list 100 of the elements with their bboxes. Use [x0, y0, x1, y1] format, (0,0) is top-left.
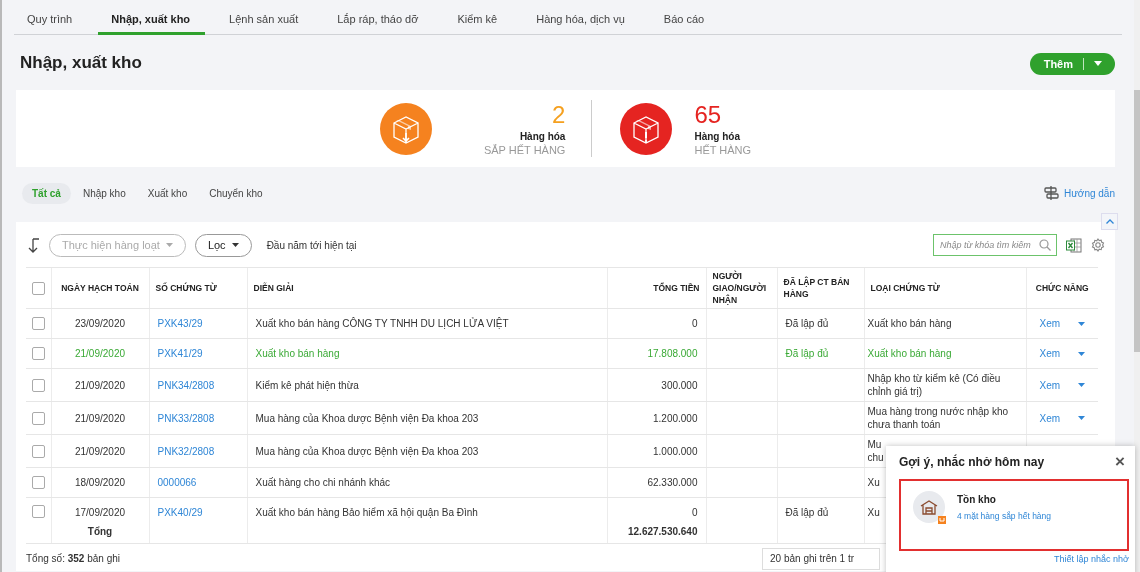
spreadsheet-icon: [1066, 237, 1082, 253]
record-count: Tổng số: 352 bản ghi: [26, 553, 120, 564]
document-link[interactable]: PNK32/2808: [157, 445, 215, 457]
view-link[interactable]: Xem: [1039, 317, 1061, 330]
caret-icon[interactable]: [1078, 351, 1086, 356]
table-cell: 1.200.000: [653, 412, 698, 424]
caret-icon[interactable]: [1078, 416, 1086, 420]
scroll-top-button[interactable]: [1101, 213, 1118, 230]
box-icon: [620, 102, 673, 155]
warehouse-icon: [913, 491, 947, 525]
checkbox[interactable]: [32, 347, 45, 361]
table-cell: 1.000.000: [653, 445, 698, 457]
table-cell: Xu: [867, 506, 880, 520]
table-cell: Xuất kho bán hàng: [867, 317, 952, 330]
page-title: Nhập, xuất kho: [20, 52, 142, 73]
settings-link[interactable]: Thiết lập nhắc nhở: [1054, 554, 1129, 564]
filter-tab[interactable]: Tất cả: [22, 182, 71, 204]
column-header: ĐÃ LẬP CT BÁN HÀNG: [777, 267, 864, 309]
stat-count: 2: [551, 101, 566, 129]
guide-link[interactable]: Hướng dẫn: [1042, 185, 1115, 201]
table-cell: Đã lập đủ: [785, 507, 829, 519]
checkbox[interactable]: [32, 444, 45, 458]
caret-icon[interactable]: [1078, 383, 1086, 387]
filter-button[interactable]: Lọc: [194, 233, 252, 257]
column-header: TỔNG TIỀN: [607, 267, 706, 309]
table-cell: Xuất kho bán hàng CÔNG TY TNHH DU LỊCH LỬA VIỆT: [255, 318, 509, 329]
tab[interactable]: Kiểm kê: [444, 13, 513, 35]
table-cell: 62.330.000: [647, 477, 698, 488]
panel-title: Gợi ý, nhắc nhở hôm nay: [899, 455, 1045, 469]
search-field[interactable]: Nhập từ khóa tìm kiếm: [933, 234, 1057, 256]
column-header: NGƯỜI GIAO/NGƯỜI NHẬN: [706, 267, 777, 309]
reminder-card[interactable]: Tồn kho 4 mặt hàng sắp hết hàng: [899, 479, 1129, 551]
document-link[interactable]: PNK34/2808: [157, 379, 215, 391]
filter-tab[interactable]: Xuất kho: [137, 182, 198, 204]
tab[interactable]: Lắp ráp, tháo dỡ: [324, 13, 434, 35]
table-cell: 18/09/2020: [74, 477, 126, 488]
table-cell: Xu: [867, 476, 880, 489]
reminder-link[interactable]: 4 mặt hàng sắp hết hàng: [957, 511, 1052, 521]
document-link[interactable]: PNK33/2808: [157, 412, 215, 424]
view-link[interactable]: Xem: [1039, 378, 1061, 392]
column-header: CHỨC NĂNG: [1026, 267, 1098, 309]
document-link[interactable]: PXK41/29: [157, 348, 203, 359]
checkbox[interactable]: [32, 476, 45, 490]
view-link[interactable]: Xem: [1039, 411, 1061, 425]
column-header: LOẠI CHỨNG TỪ: [864, 267, 1026, 309]
document-link[interactable]: PXK43/29: [157, 318, 203, 329]
sort-icon: [26, 237, 40, 253]
checkbox[interactable]: [32, 281, 45, 295]
view-link[interactable]: Xem: [1039, 347, 1061, 360]
column-header: NGÀY HẠCH TOÁN: [51, 267, 149, 309]
settings-icon: [1091, 238, 1105, 252]
table-cell: 0: [691, 507, 698, 519]
total-amount: 12.627.530.640: [628, 525, 698, 537]
stat-count: 65: [694, 101, 723, 129]
document-link[interactable]: 0000066: [157, 477, 197, 488]
page-size-select[interactable]: 20 bản ghi trên 1 tr: [762, 547, 880, 570]
checkbox[interactable]: [32, 505, 45, 519]
total-label: Tổng: [87, 525, 113, 537]
table-cell: 21/09/2020: [74, 445, 126, 457]
caret-icon: [231, 243, 239, 247]
tab[interactable]: Lệnh sản xuất: [216, 13, 314, 35]
table-cell: Xuất kho bán hàng: [867, 347, 952, 360]
stat-caption: SẮP HẾT HÀNG: [483, 144, 566, 156]
reminder-title: Tồn kho: [957, 494, 997, 505]
table-cell: Mua hàng của Khoa dược Bệnh viện Đa khoa 203: [255, 412, 479, 424]
table-cell: Mua hàng của Khoa dược Bệnh viện Đa khoa 203: [255, 445, 479, 457]
checkbox[interactable]: [32, 411, 45, 425]
caret-icon: [165, 243, 173, 247]
tab[interactable]: Nhập, xuất kho: [98, 13, 206, 35]
table-cell: Mu chu: [867, 438, 884, 464]
stat-label: Hàng hóa: [694, 131, 741, 142]
table-cell: Đã lập đủ: [785, 318, 829, 329]
stat-caption: HẾT HÀNG: [694, 144, 752, 156]
filter-tab[interactable]: Chuyển kho: [199, 182, 273, 204]
stat-label: Hàng hóa: [518, 131, 566, 142]
period-label: Đầu năm tới hiện tại: [266, 239, 357, 251]
table-cell-text: Nhập kho từ kiểm kê (Có điều chỉnh giá trị): [867, 372, 1002, 398]
column-header: DIỄN GIẢI: [247, 267, 607, 309]
table-cell: 0: [691, 318, 698, 329]
scrollbar[interactable]: [1134, 0, 1140, 572]
table-cell: Xuất kho bán hàng: [255, 348, 340, 359]
table-cell: 23/09/2020: [74, 318, 126, 329]
table-cell: Đã lập đủ: [785, 348, 829, 359]
tab[interactable]: Hàng hóa, dịch vụ: [523, 13, 640, 35]
caret-icon[interactable]: [1078, 321, 1086, 326]
table-cell: 300.000: [661, 379, 698, 391]
search-icon: [1039, 239, 1051, 251]
document-link[interactable]: PXK40/29: [157, 507, 203, 519]
close-button[interactable]: ×: [1111, 454, 1129, 470]
filter-tab[interactable]: Nhập kho: [72, 182, 136, 204]
table-cell: Xuất kho bán hàng Bảo hiểm xã hội quận Ba Đình: [255, 507, 478, 519]
add-button[interactable]: Thêm: [1029, 52, 1115, 75]
checkbox[interactable]: [32, 317, 45, 331]
tab[interactable]: Quy trình: [14, 13, 88, 35]
table-cell: 21/09/2020: [74, 379, 126, 391]
chevron-up-icon: [1105, 219, 1114, 224]
table-cell-text: Mua hàng trong nước nhập kho chưa thanh toán: [867, 405, 1010, 431]
tab[interactable]: Báo cáo: [650, 13, 720, 35]
checkbox[interactable]: [32, 378, 45, 392]
table-cell: Kiểm kê phát hiện thừa: [255, 379, 359, 391]
